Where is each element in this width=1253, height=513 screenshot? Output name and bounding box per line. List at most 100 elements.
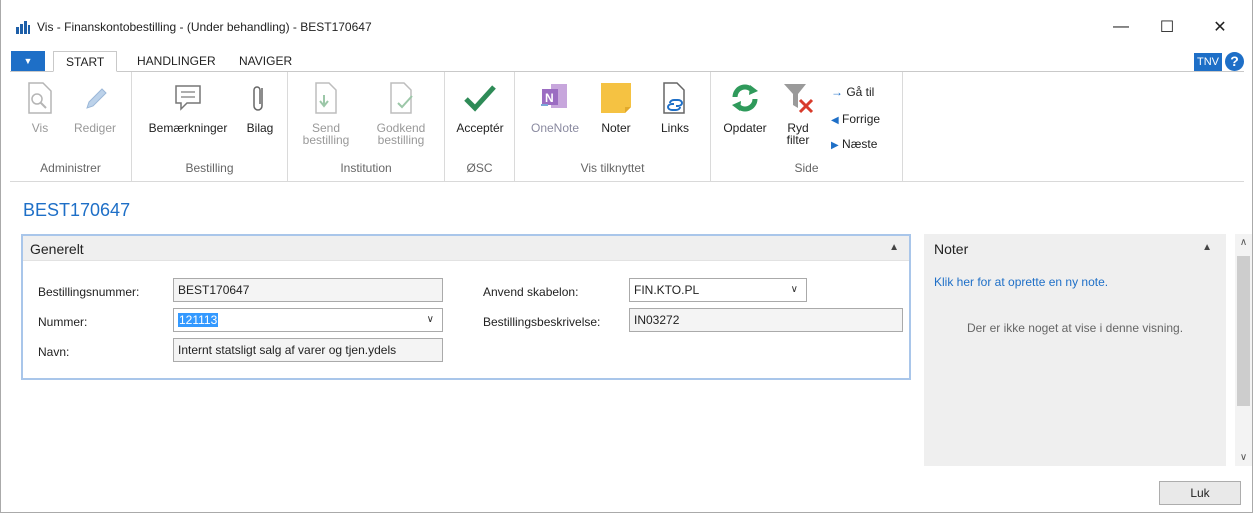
dynamics-nav-icon	[15, 19, 31, 35]
minimize-button[interactable]: —	[1098, 12, 1144, 42]
vis-button[interactable]: Vis	[22, 80, 58, 134]
bestillingsnummer-value: BEST170647	[178, 283, 250, 297]
scroll-down-icon[interactable]: ∨	[1235, 452, 1252, 463]
forrige-label: Forrige	[842, 112, 881, 126]
naeste-label: Næste	[842, 137, 878, 151]
note-icon	[598, 80, 634, 116]
group-vis-tilknyttet: N OneNote Noter Links Vis tilknyttet	[515, 72, 711, 181]
gaa-til-button[interactable]: → Gå til	[831, 85, 874, 99]
accepter-button[interactable]: Acceptér	[449, 80, 511, 134]
page-title: BEST170647	[23, 200, 131, 220]
bestillingsnummer-field[interactable]: BEST170647	[173, 278, 443, 302]
svg-text:N: N	[545, 91, 554, 105]
chevron-down-icon[interactable]: ∨	[791, 279, 798, 301]
beskrivelse-value: IN03272	[634, 313, 680, 327]
bilag-label: Bilag	[246, 121, 274, 135]
group-label-side: Side	[794, 161, 819, 175]
ribbon: Vis Rediger Administrer Bemærkninger Bil…	[10, 71, 1244, 182]
group-label-bestilling: Bestilling	[185, 161, 234, 175]
tab-naviger[interactable]: NAVIGER	[227, 51, 304, 72]
group-side: Opdater Ryd filter → Gå til ◀ Forrige ▶ …	[711, 72, 903, 181]
bemaerkninger-button[interactable]: Bemærkninger	[142, 80, 234, 134]
noter-button[interactable]: Noter	[591, 80, 641, 134]
notes-title: Noter	[934, 241, 969, 257]
help-icon[interactable]: ?	[1225, 52, 1244, 71]
generelt-fasttab: Generelt ▲ Bestillingsnummer: BEST170647…	[21, 234, 911, 380]
arrow-right-icon: →	[831, 85, 843, 99]
scrollbar-thumb[interactable]	[1237, 256, 1250, 406]
luk-button[interactable]: Luk	[1159, 481, 1241, 505]
ryd-label-2: filter	[786, 133, 810, 147]
links-label: Links	[660, 121, 689, 135]
user-badge[interactable]: TNV	[1194, 53, 1222, 71]
naeste-button[interactable]: ▶ Næste	[831, 137, 877, 151]
ribbon-tabs: ▼ START HANDLINGER NAVIGER TNV ?	[1, 46, 1252, 72]
window-title: Vis - Finanskontobestilling - (Under beh…	[37, 20, 372, 34]
tab-handlinger[interactable]: HANDLINGER	[125, 51, 228, 72]
rediger-label: Rediger	[73, 121, 117, 135]
scroll-up-icon[interactable]: ∧	[1235, 237, 1252, 248]
triangle-right-icon: ▶	[831, 140, 839, 151]
onenote-label: OneNote	[530, 121, 580, 135]
group-label-institution: Institution	[340, 161, 392, 175]
paperclip-icon	[242, 80, 278, 116]
godkend-label-2: bestilling	[377, 133, 425, 147]
forrige-button[interactable]: ◀ Forrige	[831, 112, 880, 126]
onenote-button[interactable]: N OneNote	[525, 80, 585, 134]
send-label-2: bestilling	[302, 133, 350, 147]
group-label-administrer: Administrer	[40, 161, 101, 175]
accepter-label: Acceptér	[456, 121, 504, 135]
bestillingsnummer-label: Bestillingsnummer:	[38, 285, 140, 299]
noter-label: Noter	[601, 121, 631, 135]
nummer-label: Nummer:	[38, 315, 88, 329]
beskrivelse-field[interactable]: IN03272	[629, 308, 903, 332]
ryd-filter-button[interactable]: Ryd filter	[777, 80, 819, 146]
pencil-icon	[77, 80, 113, 116]
comment-icon	[170, 80, 206, 116]
skabelon-value: FIN.KTO.PL	[634, 283, 700, 297]
rediger-button[interactable]: Rediger	[70, 80, 120, 134]
generelt-header[interactable]: Generelt ▲	[23, 236, 909, 261]
chevron-up-icon[interactable]: ▲	[889, 242, 899, 253]
generelt-title: Generelt	[30, 241, 84, 257]
app-menu-button[interactable]: ▼	[11, 51, 45, 71]
group-bestilling: Bemærkninger Bilag Bestilling	[132, 72, 288, 181]
vis-label: Vis	[31, 121, 49, 135]
factbox-scrollbar[interactable]: ∧ ∨	[1235, 234, 1252, 466]
app-window: Vis - Finanskontobestilling - (Under beh…	[0, 0, 1253, 513]
approve-document-icon	[383, 80, 419, 116]
chevron-up-icon[interactable]: ▲	[1202, 242, 1212, 253]
opdater-button[interactable]: Opdater	[717, 80, 773, 134]
send-bestilling-button[interactable]: Send bestilling	[296, 80, 356, 146]
notes-empty-text: Der er ikke noget at vise i denne visnin…	[966, 321, 1184, 335]
refresh-icon	[727, 80, 763, 116]
godkend-bestilling-button[interactable]: Godkend bestilling	[368, 80, 434, 146]
chevron-down-icon[interactable]: ∨	[427, 309, 434, 331]
link-document-icon	[657, 80, 693, 116]
nummer-value: 121113	[178, 313, 219, 327]
send-document-icon	[308, 80, 344, 116]
close-icon: ✕	[1213, 19, 1227, 36]
view-document-icon	[22, 80, 58, 116]
checkmark-icon	[462, 80, 498, 116]
links-button[interactable]: Links	[653, 80, 697, 134]
beskrivelse-label: Bestillingsbeskrivelse:	[483, 315, 601, 329]
close-window-button[interactable]: ✕	[1197, 12, 1243, 42]
title-bar: Vis - Finanskontobestilling - (Under beh…	[1, 0, 1252, 46]
create-note-link[interactable]: Klik her for at oprette en ny note.	[934, 275, 1108, 289]
group-institution: Send bestilling Godkend bestilling Insti…	[288, 72, 445, 181]
group-osc: Acceptér ØSC	[445, 72, 515, 181]
bemaerkninger-label: Bemærkninger	[148, 121, 228, 135]
tab-start[interactable]: START	[53, 51, 118, 72]
maximize-button[interactable]: ☐	[1144, 12, 1190, 42]
navn-value: Internt statsligt salg af varer og tjen.…	[178, 343, 397, 357]
opdater-label: Opdater	[723, 121, 767, 135]
gaa-til-label: Gå til	[846, 85, 875, 99]
notes-factbox: Noter ▲ Klik her for at oprette en ny no…	[924, 234, 1226, 466]
group-label-osc: ØSC	[466, 161, 493, 175]
nummer-field[interactable]: 121113 ∨	[173, 308, 443, 332]
maximize-icon: ☐	[1159, 19, 1175, 36]
bilag-button[interactable]: Bilag	[240, 80, 280, 134]
skabelon-field[interactable]: FIN.KTO.PL ∨	[629, 278, 807, 302]
navn-field[interactable]: Internt statsligt salg af varer og tjen.…	[173, 338, 443, 362]
